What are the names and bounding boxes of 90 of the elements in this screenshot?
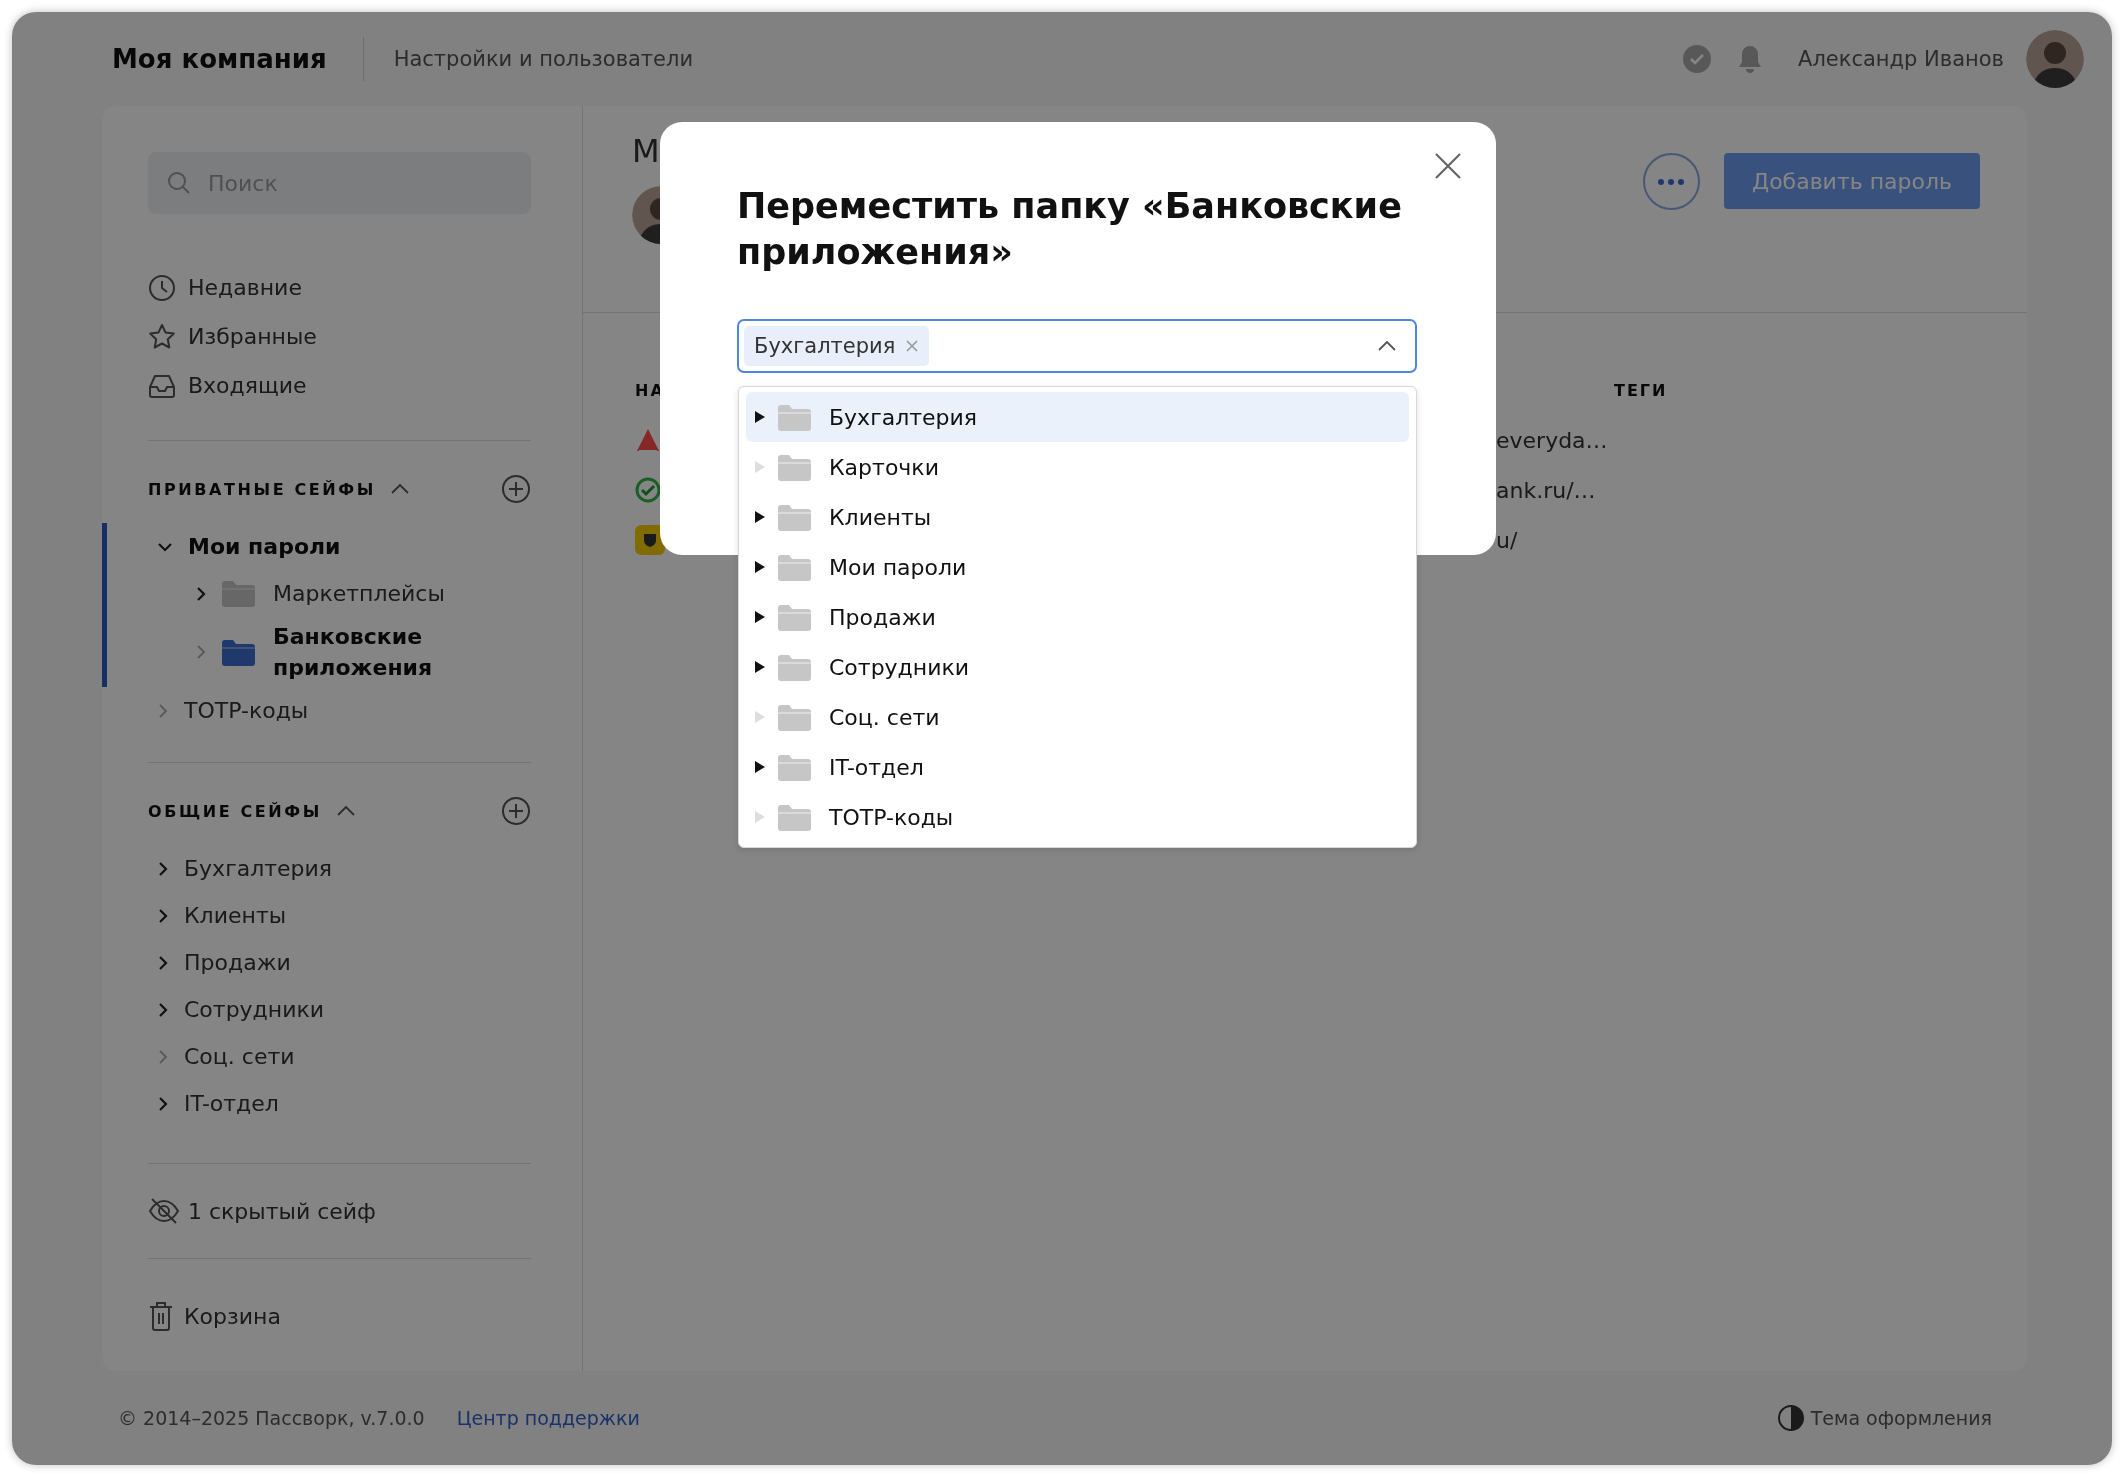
- chevron-icon: [194, 643, 208, 661]
- vault-item[interactable]: Соц. сети: [148, 1033, 531, 1080]
- folder-icon: [222, 580, 255, 607]
- theme-link[interactable]: Тема оформления: [1810, 1407, 1992, 1429]
- nav-item[interactable]: Недавние: [148, 263, 531, 312]
- check-circle-icon: [1682, 44, 1712, 74]
- chevron-icon: [156, 906, 170, 925]
- nav-item[interactable]: Входящие: [148, 361, 531, 410]
- column-header: ТЕГИ: [1614, 379, 1669, 402]
- chevron-icon: [156, 701, 170, 720]
- chevron-icon: [156, 1047, 170, 1066]
- vault-item[interactable]: Мои пароли: [148, 523, 531, 570]
- caret-icon: [754, 410, 766, 424]
- caret-icon: [754, 810, 766, 824]
- section-title: ОБЩИЕ СЕЙФЫ: [148, 801, 322, 821]
- avatar: [2026, 30, 2084, 88]
- vault-item[interactable]: IT-отдел: [148, 1080, 531, 1127]
- folder-option[interactable]: Карточки: [746, 442, 1409, 492]
- bell-icon: [1736, 44, 1764, 74]
- folder-icon: [778, 703, 811, 731]
- shield-icon: [635, 525, 665, 555]
- folder-icon: [778, 553, 811, 581]
- search-icon: [166, 170, 192, 196]
- caret-icon[interactable]: [336, 805, 356, 817]
- vault-item[interactable]: Бухгалтерия: [148, 845, 531, 892]
- modal-title: Переместить папку «Банковские приложения»: [737, 185, 1403, 274]
- close-icon: [1434, 152, 1462, 180]
- clock-icon: [148, 273, 176, 302]
- caret-icon: [754, 660, 766, 674]
- chevron-icon: [194, 584, 208, 603]
- check-icon: [635, 477, 661, 503]
- vault-item[interactable]: Сотрудники: [148, 986, 531, 1033]
- folder-option[interactable]: TOTP-коды: [746, 792, 1409, 842]
- folder-option[interactable]: Продажи: [746, 592, 1409, 642]
- hidden-vaults-link[interactable]: 1 скрытый сейф: [148, 1188, 531, 1234]
- copyright-text: © 2014–2025 Пассворк, v.7.0.0: [118, 1407, 425, 1429]
- folder-icon: [778, 603, 811, 631]
- half-circle-icon: [1776, 1404, 1805, 1432]
- star-icon: [148, 322, 176, 351]
- caret-icon: [754, 610, 766, 624]
- add-icon[interactable]: [501, 796, 531, 826]
- support-link[interactable]: Центр поддержки: [456, 1407, 640, 1429]
- folder-option[interactable]: Соц. сети: [746, 692, 1409, 742]
- page-section-title: Настройки и пользователи: [393, 47, 694, 71]
- folder-item[interactable]: Банковские приложения: [148, 617, 531, 687]
- vault-item[interactable]: Клиенты: [148, 892, 531, 939]
- caret-icon: [754, 510, 766, 524]
- table-cell-text: ank.ru/…: [1496, 476, 1597, 505]
- section-title: ПРИВАТНЫЕ СЕЙФЫ: [148, 479, 376, 499]
- vault-item[interactable]: TOTP-коды: [148, 687, 531, 734]
- chevron-icon: [156, 859, 170, 878]
- table-cell-text: everyda…: [1496, 426, 1609, 455]
- inbox-icon: [148, 372, 176, 399]
- nav-item[interactable]: Избранные: [148, 312, 531, 361]
- table-cell-text: u/: [1496, 526, 1519, 555]
- page-title: М: [632, 132, 661, 170]
- folder-item[interactable]: Маркетплейсы: [148, 570, 531, 617]
- selected-tag[interactable]: Бухгалтерия: [744, 326, 930, 366]
- add-icon[interactable]: [501, 474, 531, 504]
- folder-option[interactable]: IT-отдел: [746, 742, 1409, 792]
- caret-icon: [754, 760, 766, 774]
- folder-option[interactable]: Мои пароли: [746, 542, 1409, 592]
- chevron-icon: [156, 1094, 170, 1113]
- caret-icon: [1377, 340, 1397, 352]
- remove-icon: [905, 339, 920, 353]
- user-name[interactable]: Александр Иванов: [1798, 47, 2004, 71]
- caret-icon: [754, 710, 766, 724]
- folder-icon: [778, 653, 811, 681]
- dots-icon: [1658, 178, 1685, 185]
- folder-option[interactable]: Сотрудники: [746, 642, 1409, 692]
- folder-icon: [778, 803, 811, 831]
- caret-icon: [754, 460, 766, 474]
- caret-icon: [754, 560, 766, 574]
- trash-icon: [148, 1301, 174, 1331]
- folder-icon: [222, 638, 255, 666]
- folder-select[interactable]: Бухгалтерия: [737, 319, 1417, 373]
- vault-item[interactable]: Продажи: [148, 939, 531, 986]
- folder-option[interactable]: Бухгалтерия: [746, 392, 1409, 442]
- chevron-icon: [156, 953, 170, 972]
- folder-icon: [778, 753, 811, 781]
- company-name[interactable]: Моя компания: [112, 44, 327, 74]
- folder-option[interactable]: Клиенты: [746, 492, 1409, 542]
- more-button[interactable]: [1642, 153, 1700, 210]
- folder-icon: [778, 403, 811, 431]
- caret-icon[interactable]: [390, 483, 410, 495]
- folder-icon: [778, 503, 811, 531]
- folder-icon: [778, 453, 811, 481]
- eye-off-icon: [148, 1197, 180, 1225]
- trash-item[interactable]: Корзина: [148, 1293, 531, 1339]
- chevron-icon: [156, 1000, 170, 1019]
